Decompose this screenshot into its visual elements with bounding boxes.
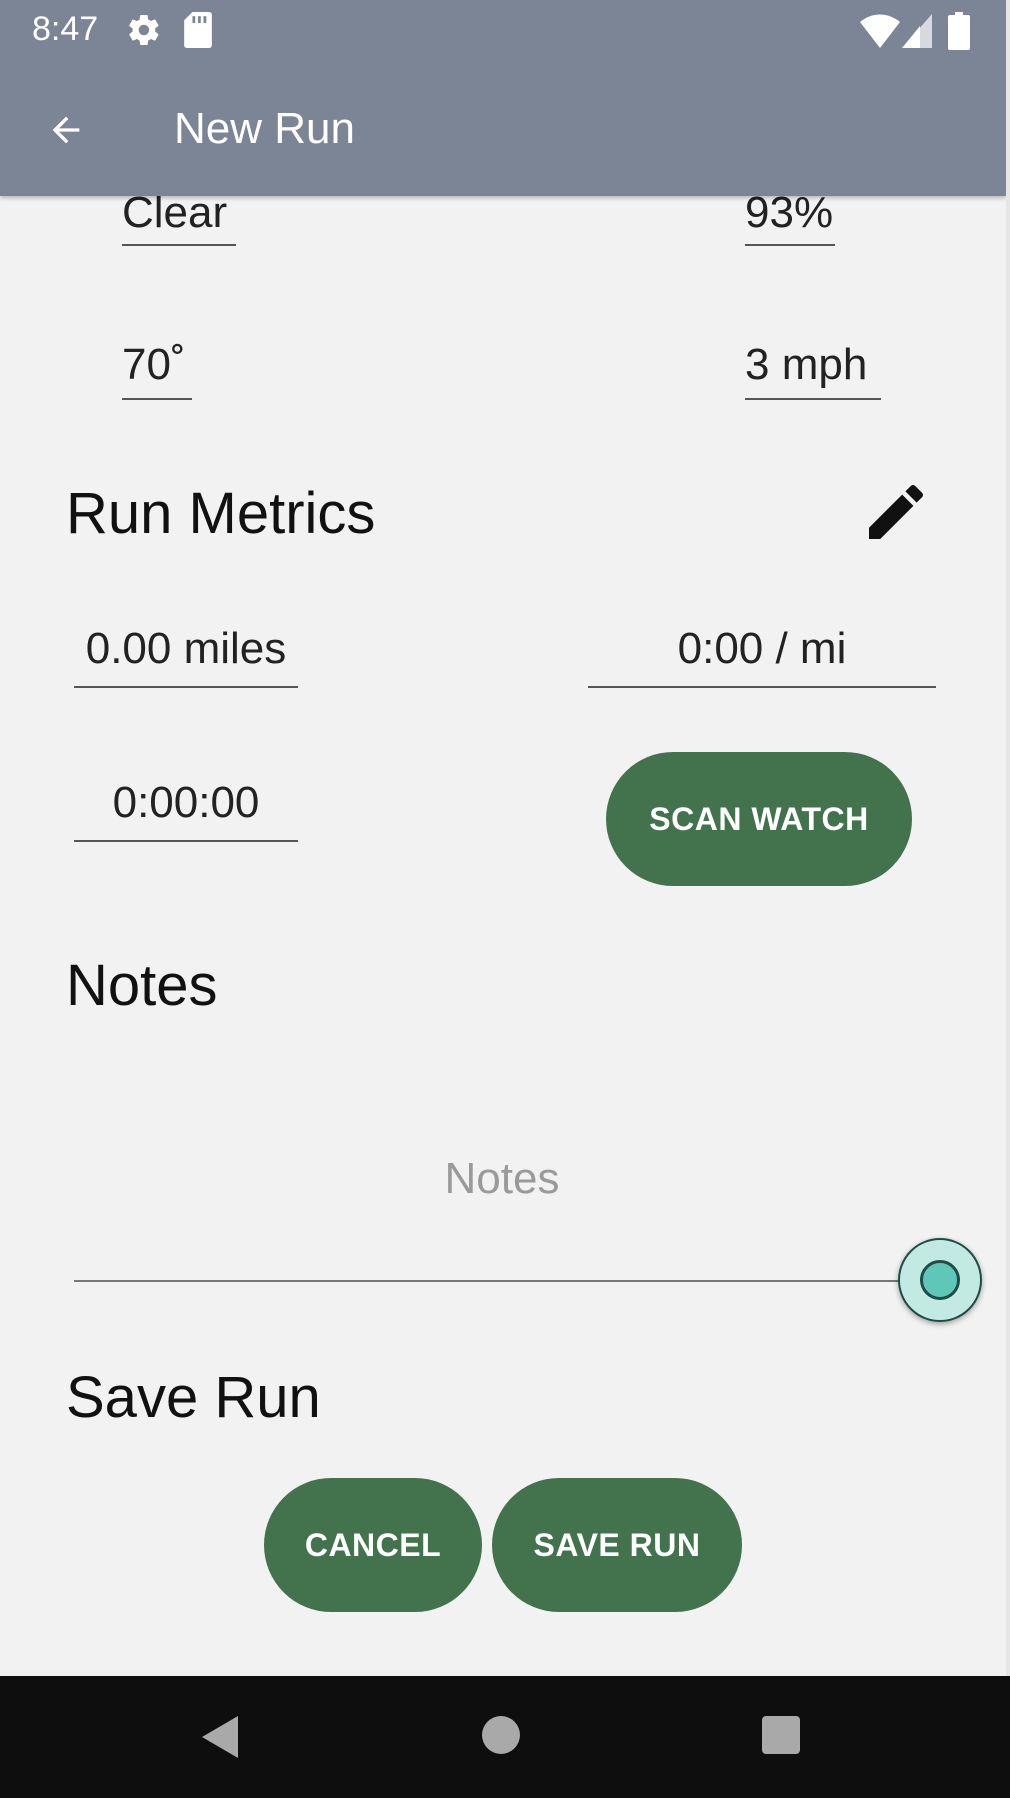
page-title: New Run bbox=[174, 104, 355, 153]
back-button[interactable] bbox=[36, 100, 96, 160]
pencil-icon[interactable] bbox=[860, 476, 932, 548]
pace-underline bbox=[588, 686, 936, 688]
pace-field[interactable]: 0:00 / mi bbox=[588, 624, 936, 674]
wind-field[interactable]: 3 mph bbox=[745, 340, 867, 390]
screen-edge bbox=[1006, 0, 1010, 1798]
run-metrics-title: Run Metrics bbox=[66, 481, 376, 546]
cancel-button[interactable]: CANCEL bbox=[264, 1478, 482, 1612]
weather-condition-underline bbox=[122, 244, 236, 246]
notes-input[interactable]: Notes bbox=[300, 1154, 704, 1204]
scan-watch-button[interactable]: SCAN WATCH bbox=[606, 752, 912, 886]
humidity-underline bbox=[745, 244, 835, 246]
nav-back-icon[interactable] bbox=[198, 1714, 244, 1760]
app-bar: 8:47 New Run bbox=[0, 0, 1006, 196]
wifi-icon bbox=[860, 14, 900, 48]
screen: 8:47 New Run Clear 93% 70˚ 3 mph Run Met… bbox=[0, 0, 1006, 1798]
save-run-button[interactable]: SAVE RUN bbox=[492, 1478, 742, 1612]
save-run-title: Save Run bbox=[66, 1365, 321, 1430]
notes-title: Notes bbox=[66, 953, 218, 1018]
battery-icon bbox=[948, 12, 970, 50]
floating-touch-button[interactable] bbox=[898, 1238, 982, 1322]
nav-recents-icon[interactable] bbox=[762, 1716, 800, 1754]
touch-indicator-icon bbox=[920, 1260, 960, 1300]
temperature-underline bbox=[122, 398, 192, 400]
wind-underline bbox=[745, 398, 881, 400]
nav-home-icon[interactable] bbox=[482, 1716, 520, 1754]
distance-underline bbox=[74, 686, 298, 688]
temperature-field[interactable]: 70˚ bbox=[122, 340, 186, 390]
arrow-left-icon bbox=[52, 116, 80, 144]
duration-field[interactable]: 0:00:00 bbox=[74, 778, 298, 828]
sd-card-icon bbox=[184, 12, 212, 48]
distance-field[interactable]: 0.00 miles bbox=[74, 624, 298, 674]
signal-icon bbox=[902, 14, 932, 48]
status-time: 8:47 bbox=[32, 10, 99, 48]
duration-underline bbox=[74, 840, 298, 842]
gear-icon bbox=[129, 14, 159, 46]
notes-input-underline bbox=[74, 1280, 904, 1282]
